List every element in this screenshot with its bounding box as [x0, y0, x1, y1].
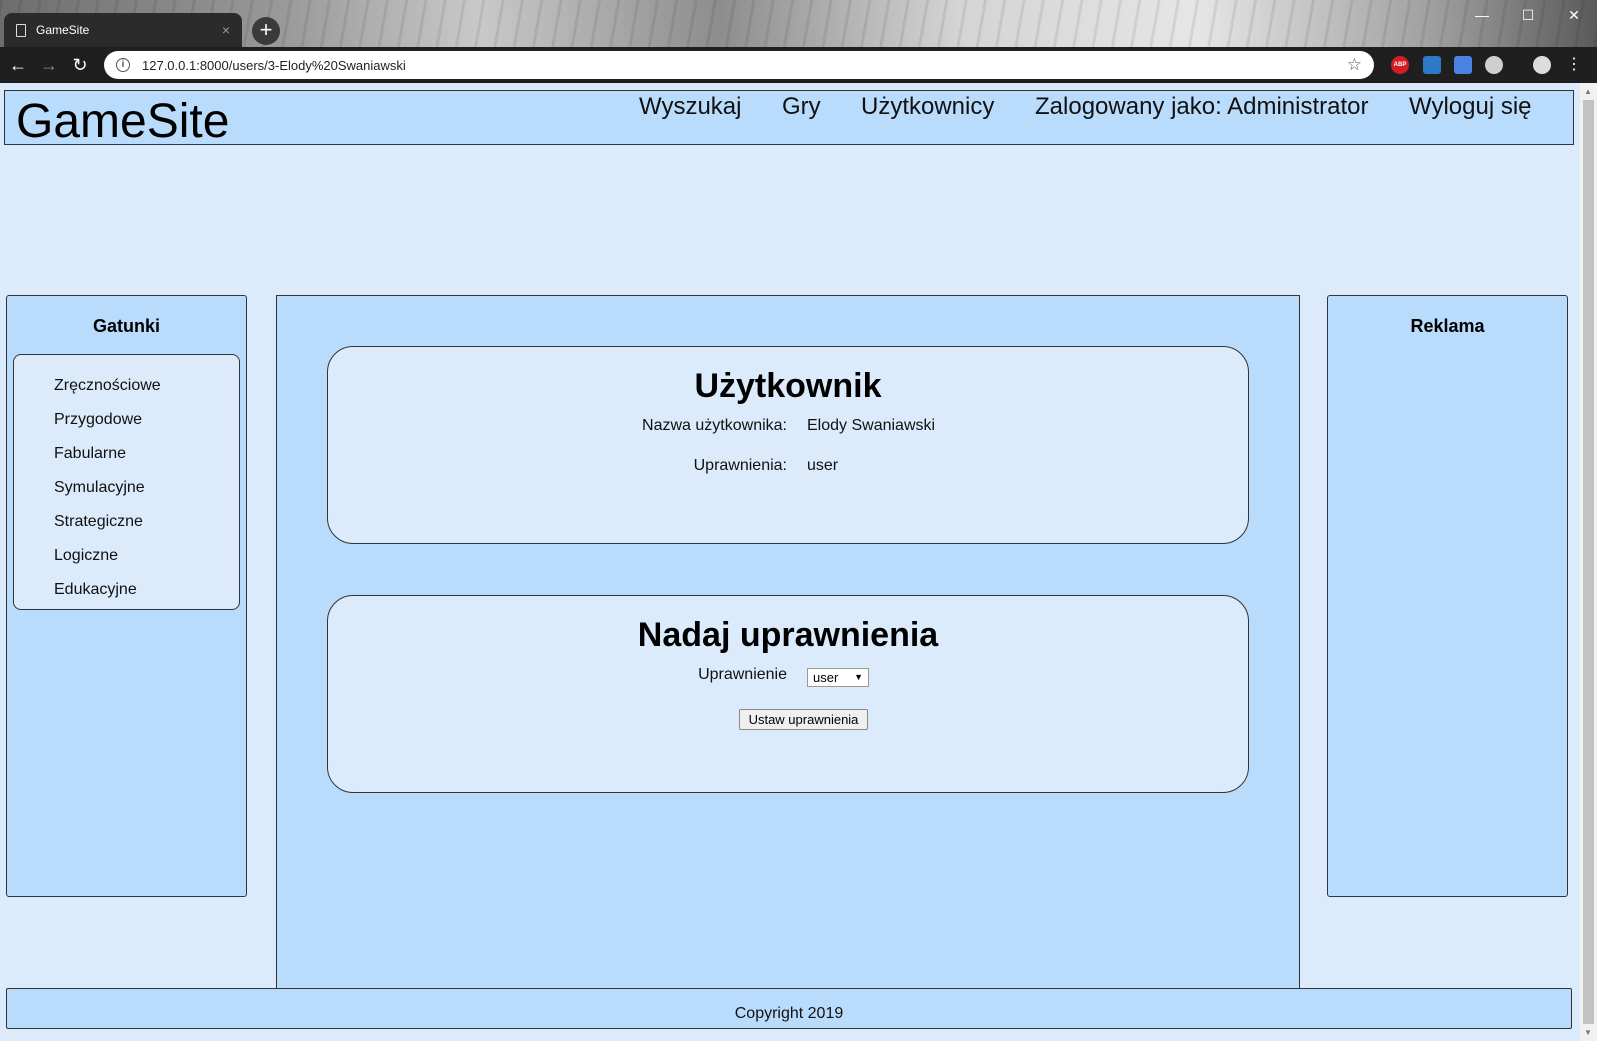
user-card-title: Użytkownik: [694, 367, 882, 405]
username-label: Nazwa użytkownika:: [642, 417, 787, 434]
browser-menu-icon[interactable]: ⋮: [1566, 56, 1582, 74]
tab-title: GameSite: [36, 23, 90, 37]
scroll-up-icon[interactable]: ▲: [1584, 87, 1592, 96]
logged-in-as-link[interactable]: Zalogowany jako: Administrator: [1035, 93, 1369, 121]
site-header: GameSite Wyszukaj Gry Użytkownicy Zalogo…: [4, 90, 1574, 148]
genre-item-strategiczne[interactable]: Strategiczne: [54, 505, 239, 539]
genre-list-box: Zręcznościowe Przygodowe Fabularne Symul…: [13, 354, 240, 610]
bookmark-star-icon[interactable]: ☆: [1347, 55, 1362, 75]
genre-list: Zręcznościowe Przygodowe Fabularne Symul…: [14, 355, 239, 607]
top-navigation: Wyszukaj Gry Użytkownicy Zalogowany jako…: [5, 91, 1573, 144]
ads-sidebar: Reklama: [1327, 295, 1568, 897]
close-tab-icon[interactable]: ×: [222, 22, 230, 38]
permission-select-value: user: [813, 670, 839, 685]
screenshot-extension-icon[interactable]: [1423, 56, 1441, 74]
ads-title: Reklama: [1410, 316, 1485, 336]
browser-toolbar: ← → ↻ i 127.0.0.1:8000/users/3-Elody%20S…: [0, 47, 1597, 83]
username-value: Elody Swaniawski: [807, 417, 936, 434]
role-value: user: [807, 457, 839, 474]
address-bar[interactable]: i 127.0.0.1:8000/users/3-Elody%20Swaniaw…: [104, 51, 1374, 79]
permission-select[interactable]: user ▼: [807, 668, 869, 687]
close-window-icon[interactable]: ✕: [1551, 0, 1597, 30]
genre-item-zrecznosciowe[interactable]: Zręcznościowe: [54, 369, 239, 403]
set-permission-card: Nadaj uprawnienia Uprawnienie user ▼ Ust…: [327, 595, 1249, 793]
nav-users-link[interactable]: Użytkownicy: [861, 93, 994, 121]
genre-item-przygodowe[interactable]: Przygodowe: [54, 403, 239, 437]
adblock-extension-icon[interactable]: ABP: [1391, 56, 1409, 74]
nav-search-link[interactable]: Wyszukaj: [639, 93, 741, 121]
genres-title: Gatunki: [92, 316, 160, 336]
browser-tab[interactable]: GameSite ×: [4, 13, 242, 47]
url-text[interactable]: 127.0.0.1:8000/users/3-Elody%20Swaniawsk…: [142, 58, 1347, 73]
reload-icon[interactable]: ↻: [67, 52, 93, 78]
copyright-text: Copyright 2019: [734, 1005, 844, 1022]
site-footer: Copyright 2019: [6, 988, 1572, 1029]
user-info-card: Użytkownik Nazwa użytkownika: Elody Swan…: [327, 346, 1249, 544]
scroll-down-icon[interactable]: ▼: [1584, 1028, 1592, 1037]
permission-label: Uprawnienie: [698, 666, 787, 683]
main-content: Użytkownik Nazwa użytkownika: Elody Swan…: [276, 295, 1300, 995]
genre-item-logiczne[interactable]: Logiczne: [54, 539, 239, 573]
extension-icon[interactable]: [1485, 56, 1503, 74]
back-arrow-icon[interactable]: ←: [5, 52, 31, 78]
nav-logout-link[interactable]: Wyloguj się: [1409, 93, 1532, 121]
translate-extension-icon[interactable]: [1454, 56, 1472, 74]
dropdown-caret-icon: ▼: [854, 672, 863, 682]
new-tab-button[interactable]: +: [252, 17, 280, 45]
genres-sidebar: Gatunki Zręcznościowe Przygodowe Fabular…: [6, 295, 247, 897]
nav-games-link[interactable]: Gry: [782, 93, 821, 121]
scrollbar-thumb[interactable]: [1583, 100, 1594, 1024]
genre-item-fabularne[interactable]: Fabularne: [54, 437, 239, 471]
page-scrollbar[interactable]: ▲ ▼: [1580, 83, 1597, 1041]
document-icon: [16, 23, 26, 37]
genre-item-symulacyjne[interactable]: Symulacyjne: [54, 471, 239, 505]
set-permission-button[interactable]: Ustaw uprawnienia: [739, 709, 868, 730]
forward-arrow-icon[interactable]: →: [36, 52, 62, 78]
minimize-window-icon[interactable]: —: [1459, 0, 1505, 30]
genre-item-edukacyjne[interactable]: Edukacyjne: [54, 573, 239, 607]
profile-avatar-icon[interactable]: [1533, 56, 1551, 74]
maximize-window-icon[interactable]: ☐: [1505, 0, 1551, 30]
page-body: GameSite Wyszukaj Gry Użytkownicy Zalogo…: [0, 83, 1580, 1041]
info-icon[interactable]: i: [116, 58, 130, 72]
role-label: Uprawnienia:: [693, 457, 787, 474]
permission-card-title: Nadaj uprawnienia: [637, 616, 939, 654]
